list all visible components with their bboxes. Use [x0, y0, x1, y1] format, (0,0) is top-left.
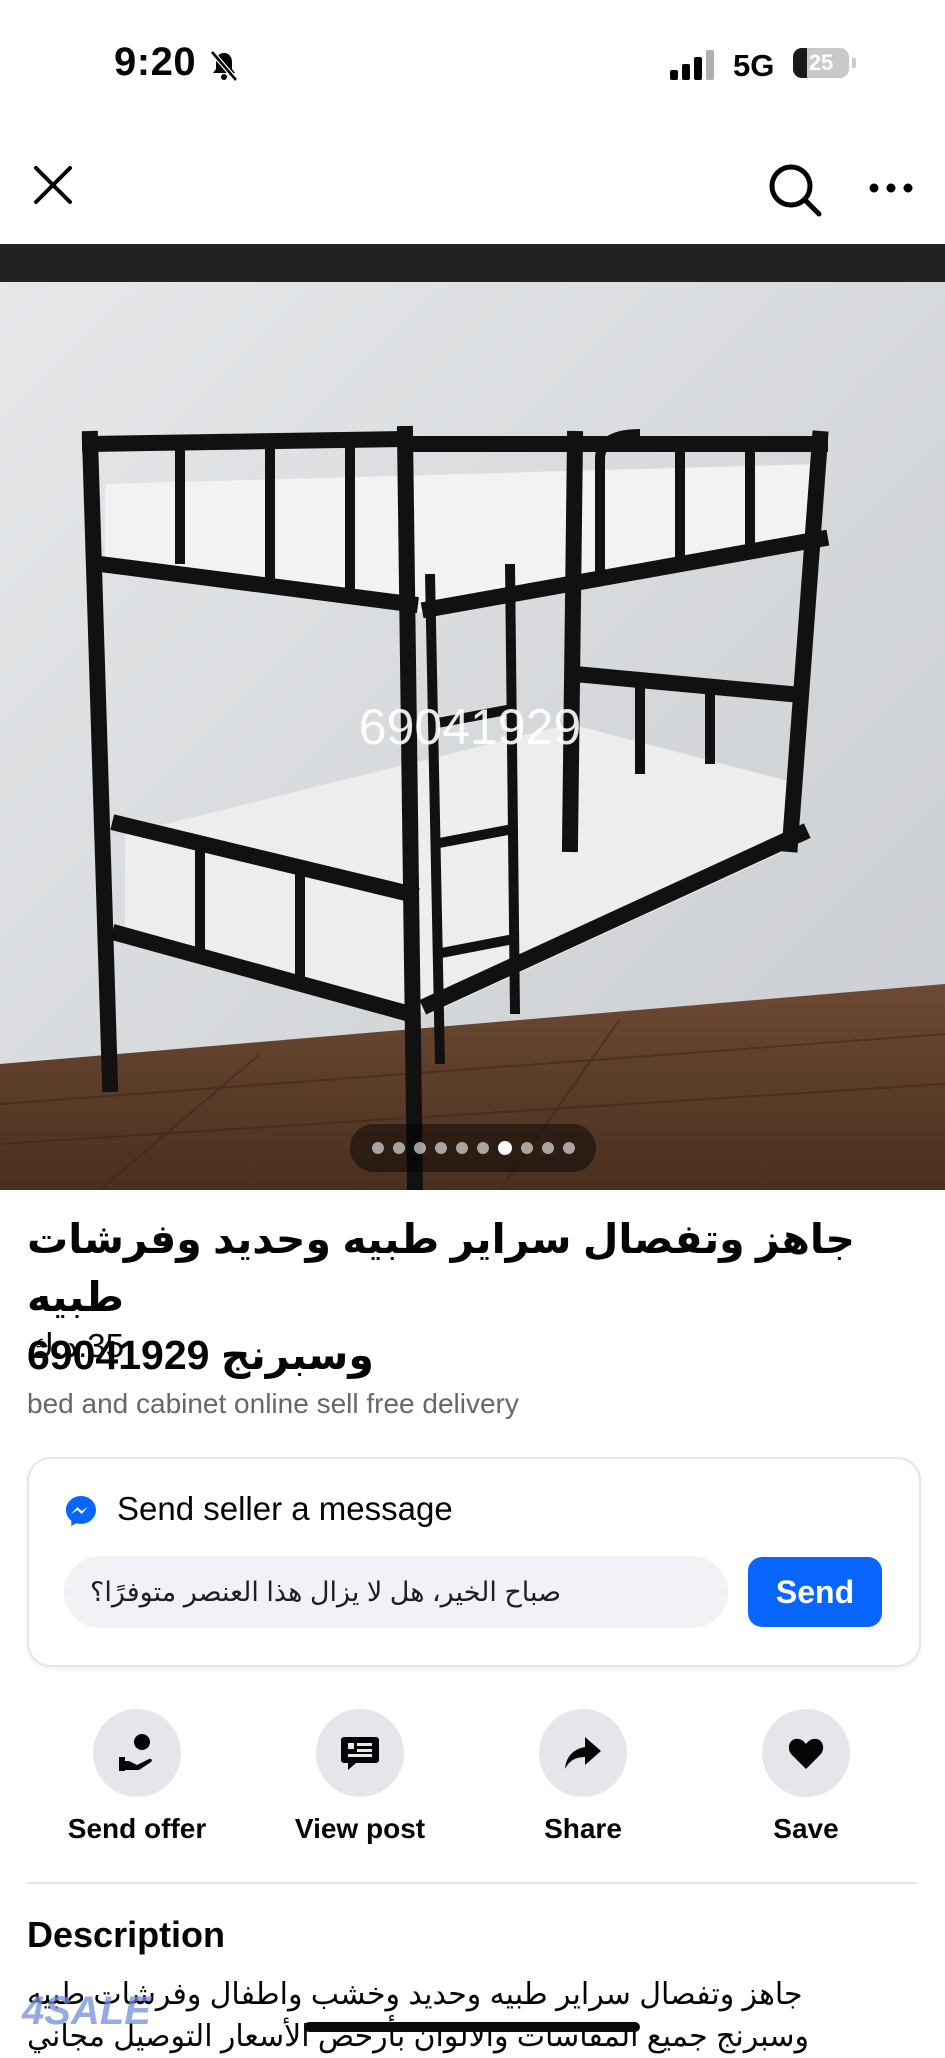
photo-pagination [350, 1124, 596, 1172]
home-indicator [304, 2022, 640, 2032]
share-button[interactable]: Share [493, 1709, 673, 1849]
bell-slash-icon [210, 50, 238, 82]
pagination-dot [455, 1142, 468, 1154]
network-label: 5G [733, 48, 775, 83]
messenger-icon [66, 1496, 96, 1526]
pagination-dot [413, 1142, 426, 1154]
photo-overlay-text: 69041929 [359, 699, 581, 755]
listing-photo[interactable]: 69041929 [0, 244, 945, 1190]
battery-level: 25 [808, 50, 834, 75]
pagination-dot-active [497, 1141, 512, 1155]
battery-icon: 25 [793, 48, 857, 78]
description-heading: Description [27, 1914, 226, 1955]
close-icon[interactable] [28, 160, 78, 210]
pagination-dot [392, 1142, 405, 1154]
send-button[interactable]: Send [748, 1557, 882, 1627]
search-icon[interactable] [765, 160, 825, 220]
signal-icon [670, 50, 714, 80]
pagination-dot [371, 1142, 384, 1154]
send-offer-button[interactable]: Send offer [47, 1709, 227, 1849]
save-button[interactable]: Save [716, 1709, 896, 1849]
title-line-2: وسبرنج 69041929 [27, 1332, 374, 1378]
share-icon [565, 1737, 601, 1769]
svg-text:4SALE: 4SALE [21, 1989, 152, 2033]
post-icon [341, 1737, 379, 1770]
offer-icon [119, 1734, 152, 1771]
title-line-1: جاهز وتفصال سراير طبيه وحديد وفرشات طبيه [27, 1216, 855, 1320]
view-post-button[interactable]: View post [270, 1709, 450, 1849]
share-label: Share [544, 1813, 622, 1844]
more-icon[interactable] [866, 170, 916, 206]
watermark-logo: 4SALE [21, 1989, 152, 2033]
listing-title: جاهز وتفصال سراير طبيه وحديد وفرشات طبيه… [27, 1210, 917, 1384]
divider [27, 1882, 917, 1884]
pagination-dot [476, 1142, 489, 1154]
pagination-dot [562, 1142, 575, 1154]
message-input-value[interactable]: صباح الخير، هل لا يزال هذا العنصر متوفرً… [64, 1556, 664, 1628]
listing-subtitle: bed and cabinet online sell free deliver… [27, 1388, 519, 1419]
heart-icon [788, 1738, 824, 1769]
message-heading: Send seller a message [117, 1490, 453, 1527]
pagination-dot [541, 1142, 554, 1154]
pagination-dot [520, 1142, 533, 1154]
listing-price: 35.د.ك [27, 1327, 124, 1364]
view-post-label: View post [294, 1813, 426, 1844]
pagination-dot [434, 1142, 447, 1154]
send-offer-label: Send offer [67, 1813, 207, 1844]
bunk-bed-image: 69041929 [0, 244, 945, 1190]
save-label: Save [773, 1813, 839, 1844]
status-time: 9:20 [114, 40, 197, 84]
